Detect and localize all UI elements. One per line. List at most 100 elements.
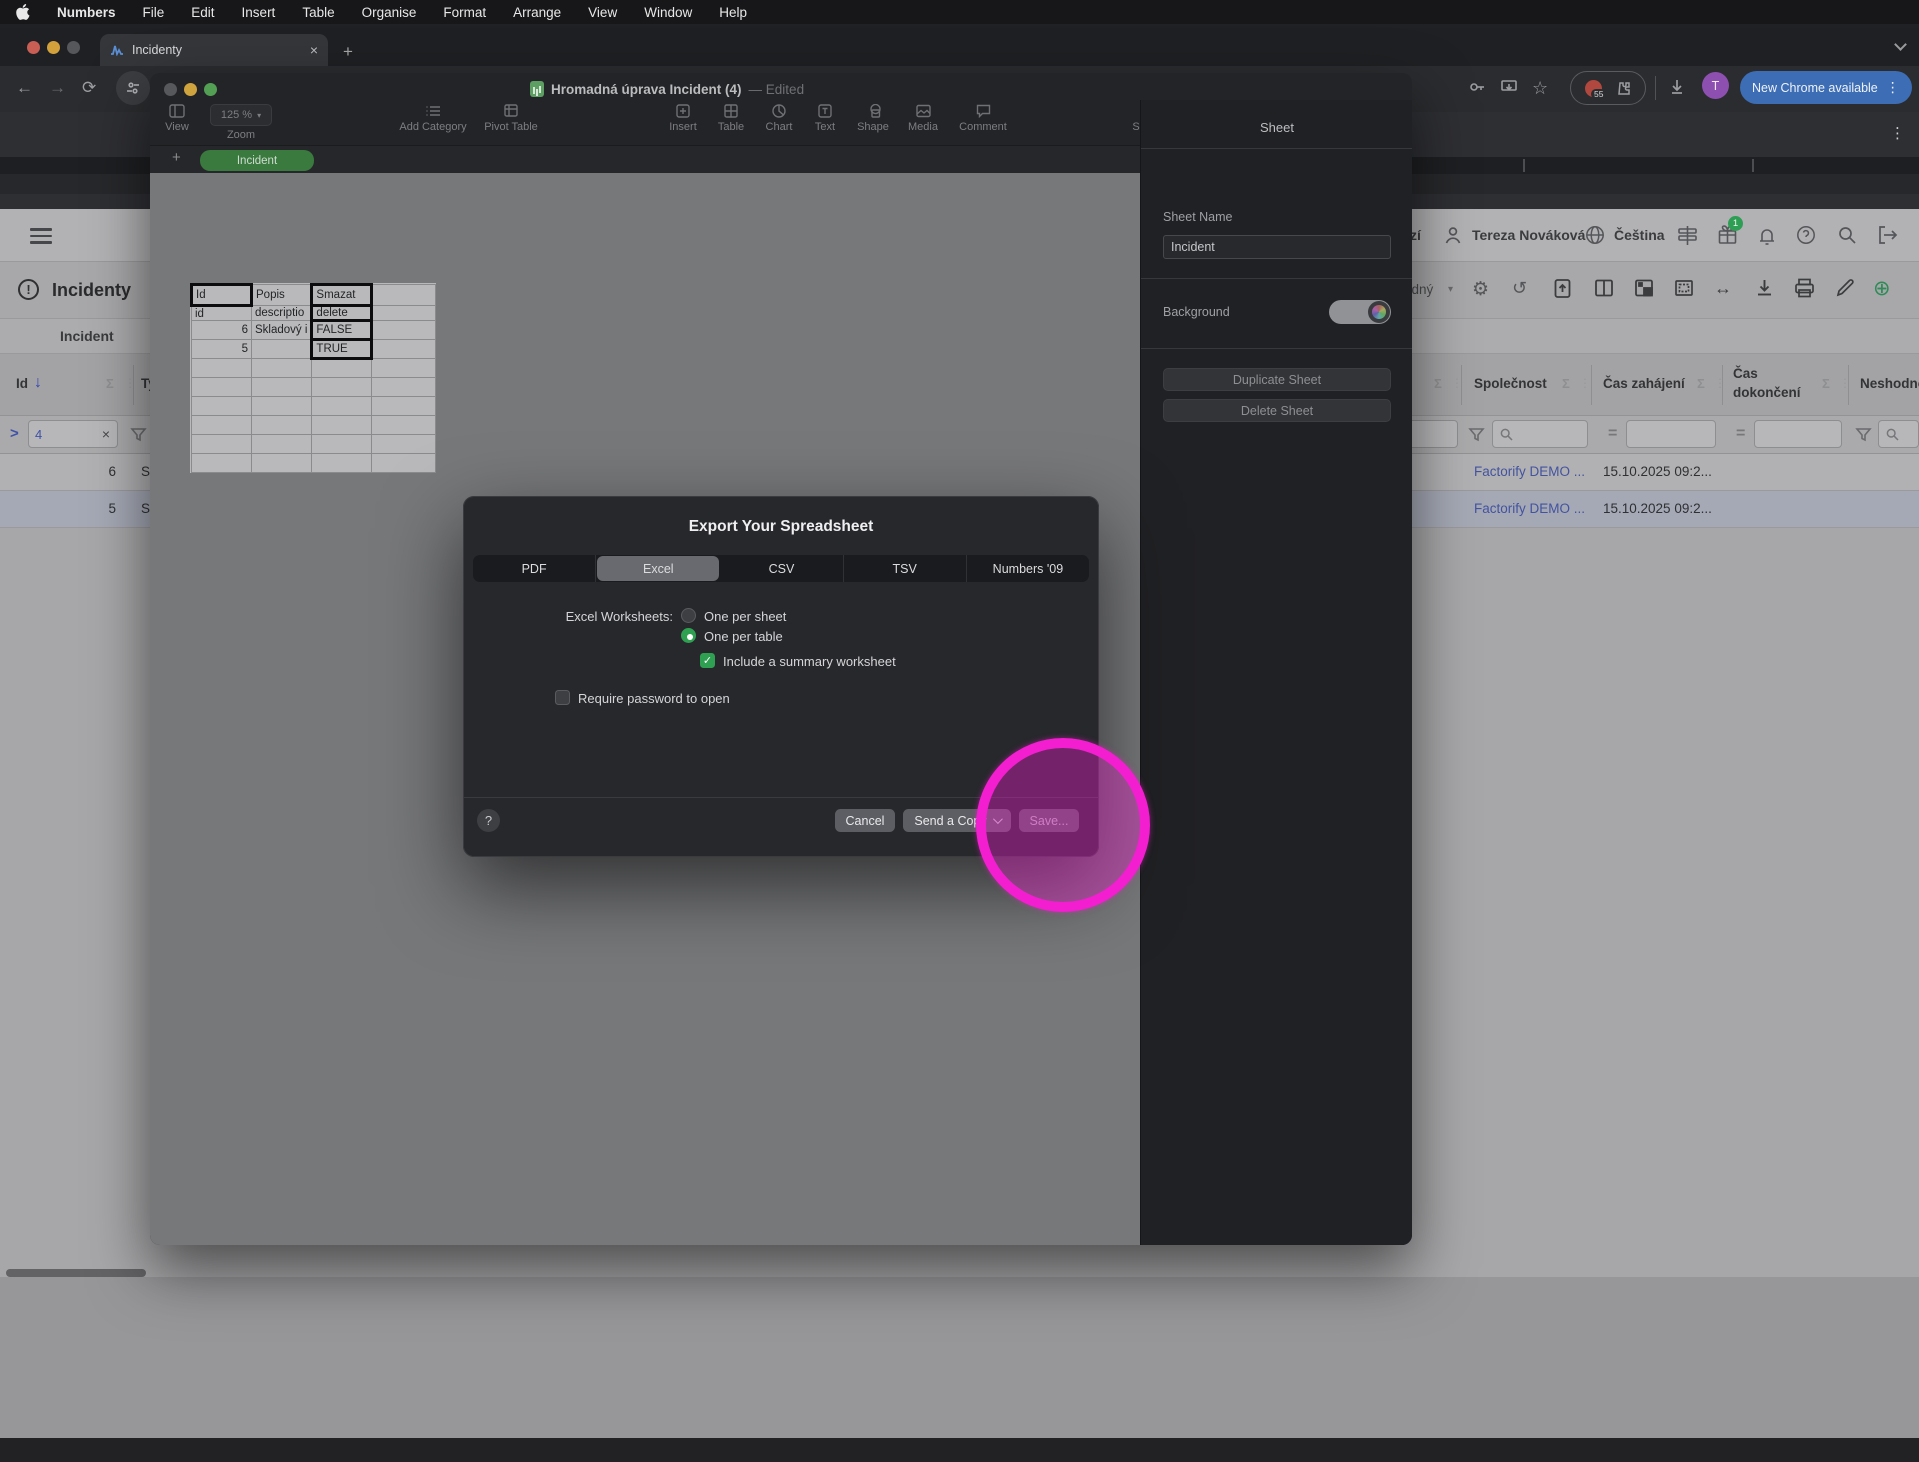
start-filter-box[interactable] bbox=[1626, 420, 1716, 448]
print-icon[interactable] bbox=[1793, 277, 1816, 299]
edit-pencil-icon[interactable] bbox=[1834, 277, 1856, 299]
help-button[interactable]: ? bbox=[477, 809, 500, 832]
radio-one-per-sheet[interactable] bbox=[681, 608, 696, 623]
mini-cell[interactable]: TRUE bbox=[310, 338, 374, 360]
equals-operator[interactable]: = bbox=[1736, 425, 1745, 443]
puzzle-extensions-icon[interactable] bbox=[1614, 80, 1631, 97]
sum-icon[interactable]: Σ bbox=[1822, 376, 1830, 391]
mini-cell[interactable] bbox=[371, 339, 437, 359]
duplicate-sheet-button[interactable]: Duplicate Sheet bbox=[1163, 368, 1391, 391]
menu-table[interactable]: Table bbox=[302, 5, 334, 20]
company-filter-box[interactable] bbox=[1492, 420, 1588, 448]
toolbar-chart-button[interactable]: Chart bbox=[758, 101, 800, 133]
logout-icon[interactable] bbox=[1876, 224, 1899, 246]
cell-company-link[interactable]: Factorify DEMO ... bbox=[1474, 501, 1585, 516]
add-sheet-button[interactable]: + bbox=[172, 149, 181, 166]
color-wheel-icon[interactable] bbox=[1368, 301, 1390, 323]
menu-view[interactable]: View bbox=[588, 5, 617, 20]
archive-trash-icon[interactable] bbox=[1552, 277, 1573, 300]
toolbar-pivot-table-button[interactable]: Pivot Table bbox=[478, 101, 544, 133]
profile-avatar[interactable]: T bbox=[1702, 72, 1729, 99]
summary-worksheet-label[interactable]: Include a summary worksheet bbox=[723, 654, 896, 669]
mini-cell[interactable] bbox=[191, 453, 252, 473]
notifications-bell-icon[interactable] bbox=[1756, 224, 1778, 246]
mini-cell[interactable] bbox=[371, 305, 437, 321]
page-kebab-icon[interactable]: ⋮ bbox=[1890, 124, 1905, 142]
tab-pdf[interactable]: PDF bbox=[473, 555, 597, 582]
chrome-close-button[interactable] bbox=[27, 41, 40, 54]
delete-sheet-button[interactable]: Delete Sheet bbox=[1163, 399, 1391, 422]
user-icon[interactable] bbox=[1442, 224, 1464, 246]
sum-icon[interactable]: Σ bbox=[1697, 376, 1705, 391]
extension-icon[interactable]: 55 bbox=[1585, 79, 1607, 99]
sort-desc-icon[interactable]: ↓ bbox=[34, 374, 42, 392]
column-kebab-icon[interactable]: ⋮ bbox=[124, 376, 136, 390]
menu-file[interactable]: File bbox=[143, 5, 165, 20]
background-toggle[interactable] bbox=[1329, 300, 1391, 324]
radio-one-per-table[interactable] bbox=[681, 628, 696, 643]
bookmark-star-icon[interactable]: ☆ bbox=[1532, 78, 1548, 99]
dropdown-chevron-icon[interactable]: ▾ bbox=[1448, 284, 1453, 295]
numbers-minimize-button[interactable] bbox=[184, 83, 197, 96]
reload-icon[interactable]: ⟳ bbox=[82, 78, 96, 98]
tab-numbers09[interactable]: Numbers '09 bbox=[967, 555, 1089, 582]
zoom-control[interactable]: 125 % ▾ bbox=[210, 104, 272, 126]
mini-cell[interactable]: id bbox=[191, 305, 252, 321]
mini-cell[interactable] bbox=[191, 434, 252, 454]
install-icon[interactable] bbox=[1500, 78, 1518, 96]
gift-icon[interactable]: 1 bbox=[1716, 216, 1743, 246]
menu-edit[interactable]: Edit bbox=[191, 5, 214, 20]
toolbar-shape-button[interactable]: Shape bbox=[850, 101, 896, 133]
tab-tsv[interactable]: TSV bbox=[844, 555, 967, 582]
tab-excel-selected[interactable]: Excel bbox=[597, 556, 720, 581]
password-checkbox[interactable] bbox=[555, 690, 570, 705]
numbers-close-button[interactable] bbox=[164, 83, 177, 96]
settings-gear-icon[interactable]: ⚙ bbox=[1472, 278, 1489, 301]
select-area-icon[interactable] bbox=[1673, 277, 1695, 299]
col-zahajeni[interactable]: Čas zahájení bbox=[1603, 376, 1685, 391]
filter-operator[interactable]: > bbox=[10, 425, 19, 442]
column-kebab-icon[interactable]: ⋮ bbox=[1839, 376, 1851, 390]
toolbar-media-button[interactable]: Media bbox=[902, 101, 944, 133]
col-id[interactable]: Id bbox=[16, 376, 28, 391]
columns-icon[interactable] bbox=[1593, 277, 1615, 299]
col-neshoda[interactable]: Neshodno bbox=[1860, 376, 1919, 391]
mini-cell[interactable] bbox=[191, 358, 252, 378]
funnel-icon[interactable] bbox=[1855, 426, 1872, 443]
globe-icon[interactable] bbox=[1584, 224, 1606, 246]
password-label[interactable]: Require password to open bbox=[578, 691, 730, 706]
sum-icon[interactable]: Σ bbox=[1434, 376, 1442, 391]
end-filter-box[interactable] bbox=[1754, 420, 1842, 448]
cell-company-link[interactable]: Factorify DEMO ... bbox=[1474, 464, 1585, 479]
forward-icon[interactable]: → bbox=[49, 78, 66, 98]
mini-cell[interactable] bbox=[371, 320, 437, 340]
mini-cell[interactable] bbox=[250, 339, 313, 359]
chrome-zoom-button[interactable] bbox=[67, 41, 80, 54]
downloads-icon[interactable] bbox=[1668, 78, 1686, 96]
tab-search-chevron-icon[interactable] bbox=[1894, 38, 1907, 51]
sheet-tab-incident[interactable]: Incident bbox=[200, 150, 314, 171]
clear-filter-icon[interactable]: × bbox=[102, 426, 110, 442]
sheet-name-input[interactable] bbox=[1163, 235, 1391, 259]
language-label[interactable]: Čeština bbox=[1614, 227, 1665, 243]
breadcrumb[interactable]: Incident bbox=[60, 328, 114, 344]
toolbar-view-button[interactable]: View bbox=[158, 101, 196, 133]
chrome-minimize-button[interactable] bbox=[47, 41, 60, 54]
search-icon[interactable] bbox=[1836, 224, 1858, 246]
cancel-button[interactable]: Cancel bbox=[835, 809, 895, 832]
mini-cell[interactable]: FALSE bbox=[310, 319, 374, 341]
extensions-area[interactable]: 55 bbox=[1570, 71, 1646, 105]
col-dokonceni[interactable]: Čas bbox=[1733, 366, 1758, 381]
mini-header-id[interactable]: Id bbox=[190, 283, 253, 307]
mini-cell[interactable] bbox=[191, 415, 252, 435]
mini-header-popis[interactable]: Popis bbox=[250, 284, 313, 306]
hamburger-menu-icon[interactable] bbox=[30, 224, 52, 248]
mini-cell[interactable] bbox=[191, 377, 252, 397]
passwords-key-icon[interactable] bbox=[1468, 78, 1486, 96]
layout-blocks-icon[interactable] bbox=[1633, 277, 1655, 299]
mini-cell[interactable] bbox=[371, 284, 437, 306]
tab-close-icon[interactable]: × bbox=[310, 42, 318, 58]
menu-arrange[interactable]: Arrange bbox=[513, 5, 561, 20]
sum-icon[interactable]: Σ bbox=[1562, 376, 1570, 391]
menu-app-name[interactable]: Numbers bbox=[57, 5, 116, 20]
